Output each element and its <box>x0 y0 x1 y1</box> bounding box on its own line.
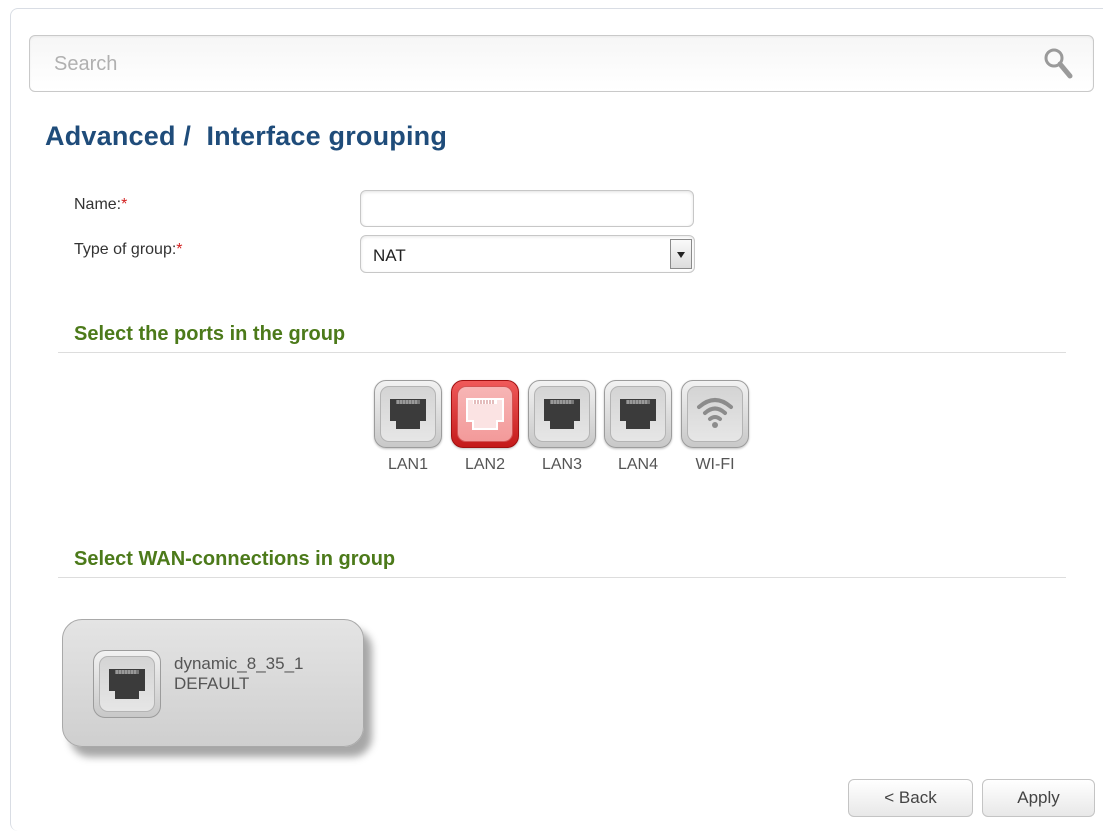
ethernet-port-icon <box>109 669 145 699</box>
ethernet-port-icon <box>620 399 656 429</box>
chevron-down-icon[interactable] <box>670 239 692 269</box>
ports-section-title: Select the ports in the group <box>74 323 346 345</box>
port-label-lan2: LAN2 <box>464 456 506 473</box>
wan-connection-name: dynamic_8_35_1 <box>174 654 304 673</box>
name-label: Name:* <box>74 196 127 214</box>
wan-connection-status: DEFAULT <box>174 674 250 693</box>
apply-button[interactable]: Apply <box>982 779 1095 817</box>
port-label-lan3: LAN3 <box>541 456 583 473</box>
required-mark: * <box>176 241 183 258</box>
type-label-text: Type of group: <box>74 241 177 258</box>
port-lan2[interactable] <box>451 380 519 448</box>
ethernet-port-icon <box>466 398 504 430</box>
port-label-lan4: LAN4 <box>617 456 659 473</box>
search-input[interactable] <box>52 48 1016 80</box>
ethernet-port-icon <box>390 399 426 429</box>
wan-connection-text: dynamic_8_35_1 DEFAULT <box>174 654 303 694</box>
name-label-text: Name: <box>74 196 122 213</box>
required-mark: * <box>121 196 128 213</box>
type-of-group-label: Type of group:* <box>74 241 183 259</box>
wan-port-tile <box>93 650 161 718</box>
port-label-wifi: WI-FI <box>695 456 735 473</box>
search-bar[interactable] <box>29 35 1094 92</box>
section-divider <box>58 352 1066 353</box>
type-of-group-select[interactable]: NAT <box>360 235 695 273</box>
name-field[interactable] <box>360 190 694 227</box>
port-lan1[interactable] <box>374 380 442 448</box>
port-label-lan1: LAN1 <box>387 456 429 473</box>
back-button[interactable]: < Back <box>848 779 973 817</box>
port-lan3[interactable] <box>528 380 596 448</box>
port-wifi[interactable] <box>681 380 749 448</box>
wan-connection-card[interactable]: dynamic_8_35_1 DEFAULT <box>62 619 364 747</box>
section-divider <box>58 577 1066 578</box>
search-icon[interactable] <box>1043 47 1073 79</box>
page-title: Advanced / Interface grouping <box>45 121 448 151</box>
type-of-group-value: NAT <box>373 246 406 265</box>
ethernet-port-icon <box>544 399 580 429</box>
wifi-icon <box>697 398 733 428</box>
port-lan4[interactable] <box>604 380 672 448</box>
wan-section-title: Select WAN-connections in group <box>74 548 396 570</box>
